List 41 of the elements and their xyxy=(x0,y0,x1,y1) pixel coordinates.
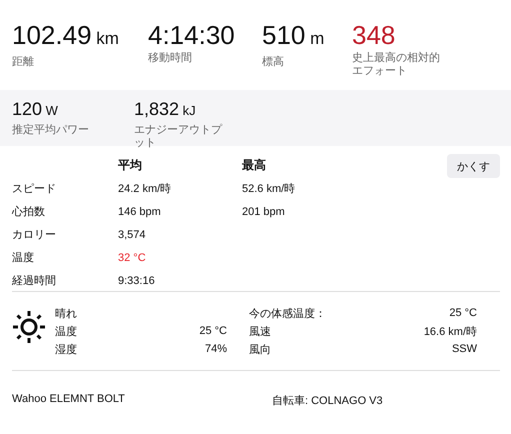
table-cell-text: 146 bpm xyxy=(118,206,162,218)
stat-label: エナジーアウトプット xyxy=(134,124,224,150)
table-cell: 201 bpm xyxy=(242,206,285,218)
weather-value: SSW xyxy=(452,343,477,355)
stat-label: 距離 xyxy=(12,56,35,69)
stat-label: 移動時間 xyxy=(148,52,193,65)
table-cell-text: 24.2 km/時 xyxy=(118,182,172,196)
stat-label: 推定平均パワー xyxy=(12,124,90,137)
row-label: スピード xyxy=(12,182,57,196)
column-header: 平均 xyxy=(118,157,143,174)
stat-value: 348 xyxy=(352,20,396,50)
stat-label: 標高 xyxy=(262,56,285,69)
weather-label: 今の体感温度： xyxy=(249,306,326,320)
table-cell-text: 9:33:16 xyxy=(118,274,156,286)
row-label: 経過時間 xyxy=(12,274,57,288)
row-label: カロリー xyxy=(12,228,57,242)
weather-value: 16.6 km/時 xyxy=(424,324,477,338)
hide-button[interactable]: かくす xyxy=(447,154,500,178)
sun-icon xyxy=(12,310,46,344)
column-header: 最高 xyxy=(242,157,267,174)
stat-value: 510 m xyxy=(262,20,326,52)
weather-value: 25 °C xyxy=(199,325,227,337)
weather-label: 温度 xyxy=(55,324,77,338)
table-cell-text: 32 °C xyxy=(118,252,147,264)
row-label: 温度 xyxy=(12,250,35,265)
weather-label: 風速 xyxy=(249,324,271,338)
weather-label: 湿度 xyxy=(55,342,77,356)
stat-value: 1,832 kJ xyxy=(134,98,197,121)
stat-label: 史上最高の相対的エフォート xyxy=(352,52,441,78)
bike-name: 自転車: COLNAGO V3 xyxy=(272,394,383,408)
row-label: 心拍数 xyxy=(12,204,46,219)
table-cell: 52.6 km/時 xyxy=(242,183,296,195)
table-cell-text: 3,574 xyxy=(118,228,147,240)
stat-value: 102.49 km xyxy=(12,20,120,52)
weather-value: 25 °C xyxy=(449,307,477,319)
device-name: Wahoo ELEMNT BOLT xyxy=(12,393,126,407)
weather-condition: 晴れ xyxy=(55,306,77,320)
weather-value: 74% xyxy=(204,343,227,355)
weather-label: 風向 xyxy=(249,342,271,356)
stat-value: 120 W xyxy=(12,98,59,121)
stat-value: 4:14:30 xyxy=(148,20,236,50)
